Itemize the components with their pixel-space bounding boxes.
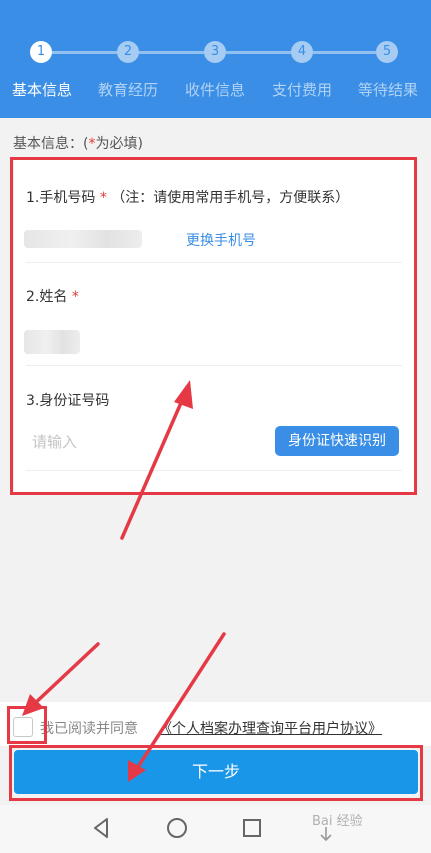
annotation-arrow <box>30 642 100 708</box>
phone-field-label: 1.手机号码 * （注：请使用常用手机号，方便联系） <box>26 190 350 206</box>
id-ocr-button[interactable]: 身份证快速识别 <box>275 426 399 456</box>
section-title: 基本信息：(*为必填) <box>13 136 143 152</box>
step-progress-header: 1 2 3 4 5 基本信息 教育经历 收件信息 支付费用 等待结果 <box>0 0 431 118</box>
step-connector <box>139 51 204 54</box>
step-1-label: 基本信息 <box>11 81 73 99</box>
required-star: * <box>99 190 107 206</box>
divider <box>26 470 402 471</box>
step-4-circle: 4 <box>291 41 313 63</box>
agreement-row: 我已阅读并同意 《个人档案办理查询平台用户协议》 <box>0 702 431 746</box>
phone-value-blurred <box>24 230 142 248</box>
id-number-input[interactable] <box>30 428 264 456</box>
step-connector <box>226 51 291 54</box>
step-5-circle: 5 <box>376 41 398 63</box>
agreement-checkbox[interactable] <box>13 717 33 737</box>
step-1-circle: 1 <box>30 41 52 63</box>
system-navigation-bar <box>0 805 431 853</box>
step-3-label: 收件信息 <box>184 81 246 99</box>
step-connector <box>313 51 376 54</box>
recents-icon[interactable] <box>240 815 264 841</box>
required-star: * <box>71 289 79 305</box>
step-2-label: 教育经历 <box>97 81 159 99</box>
agreement-link[interactable]: 《个人档案办理查询平台用户协议》 <box>158 718 382 738</box>
name-value-blurred <box>24 330 80 354</box>
step-connector <box>52 51 117 54</box>
phone-note: （注：请使用常用手机号，方便联系） <box>111 190 350 206</box>
back-icon[interactable] <box>90 815 112 841</box>
step-5-label: 等待结果 <box>357 81 419 99</box>
name-field-label: 2.姓名 * <box>26 289 79 305</box>
change-phone-link[interactable]: 更换手机号 <box>186 230 256 250</box>
agreement-text: 我已阅读并同意 <box>40 721 138 737</box>
divider <box>26 365 402 366</box>
next-step-button[interactable]: 下一步 <box>14 750 418 794</box>
step-3-circle: 3 <box>204 41 226 63</box>
watermark: Bai 经验 <box>312 814 363 829</box>
id-field-label: 3.身份证号码 <box>26 393 110 409</box>
step-4-label: 支付费用 <box>271 81 333 99</box>
basic-info-form: 1.手机号码 * （注：请使用常用手机号，方便联系） 更换手机号 2.姓名 * … <box>14 160 414 492</box>
home-icon[interactable] <box>165 815 189 841</box>
step-2-circle: 2 <box>117 41 139 63</box>
divider <box>26 262 402 263</box>
